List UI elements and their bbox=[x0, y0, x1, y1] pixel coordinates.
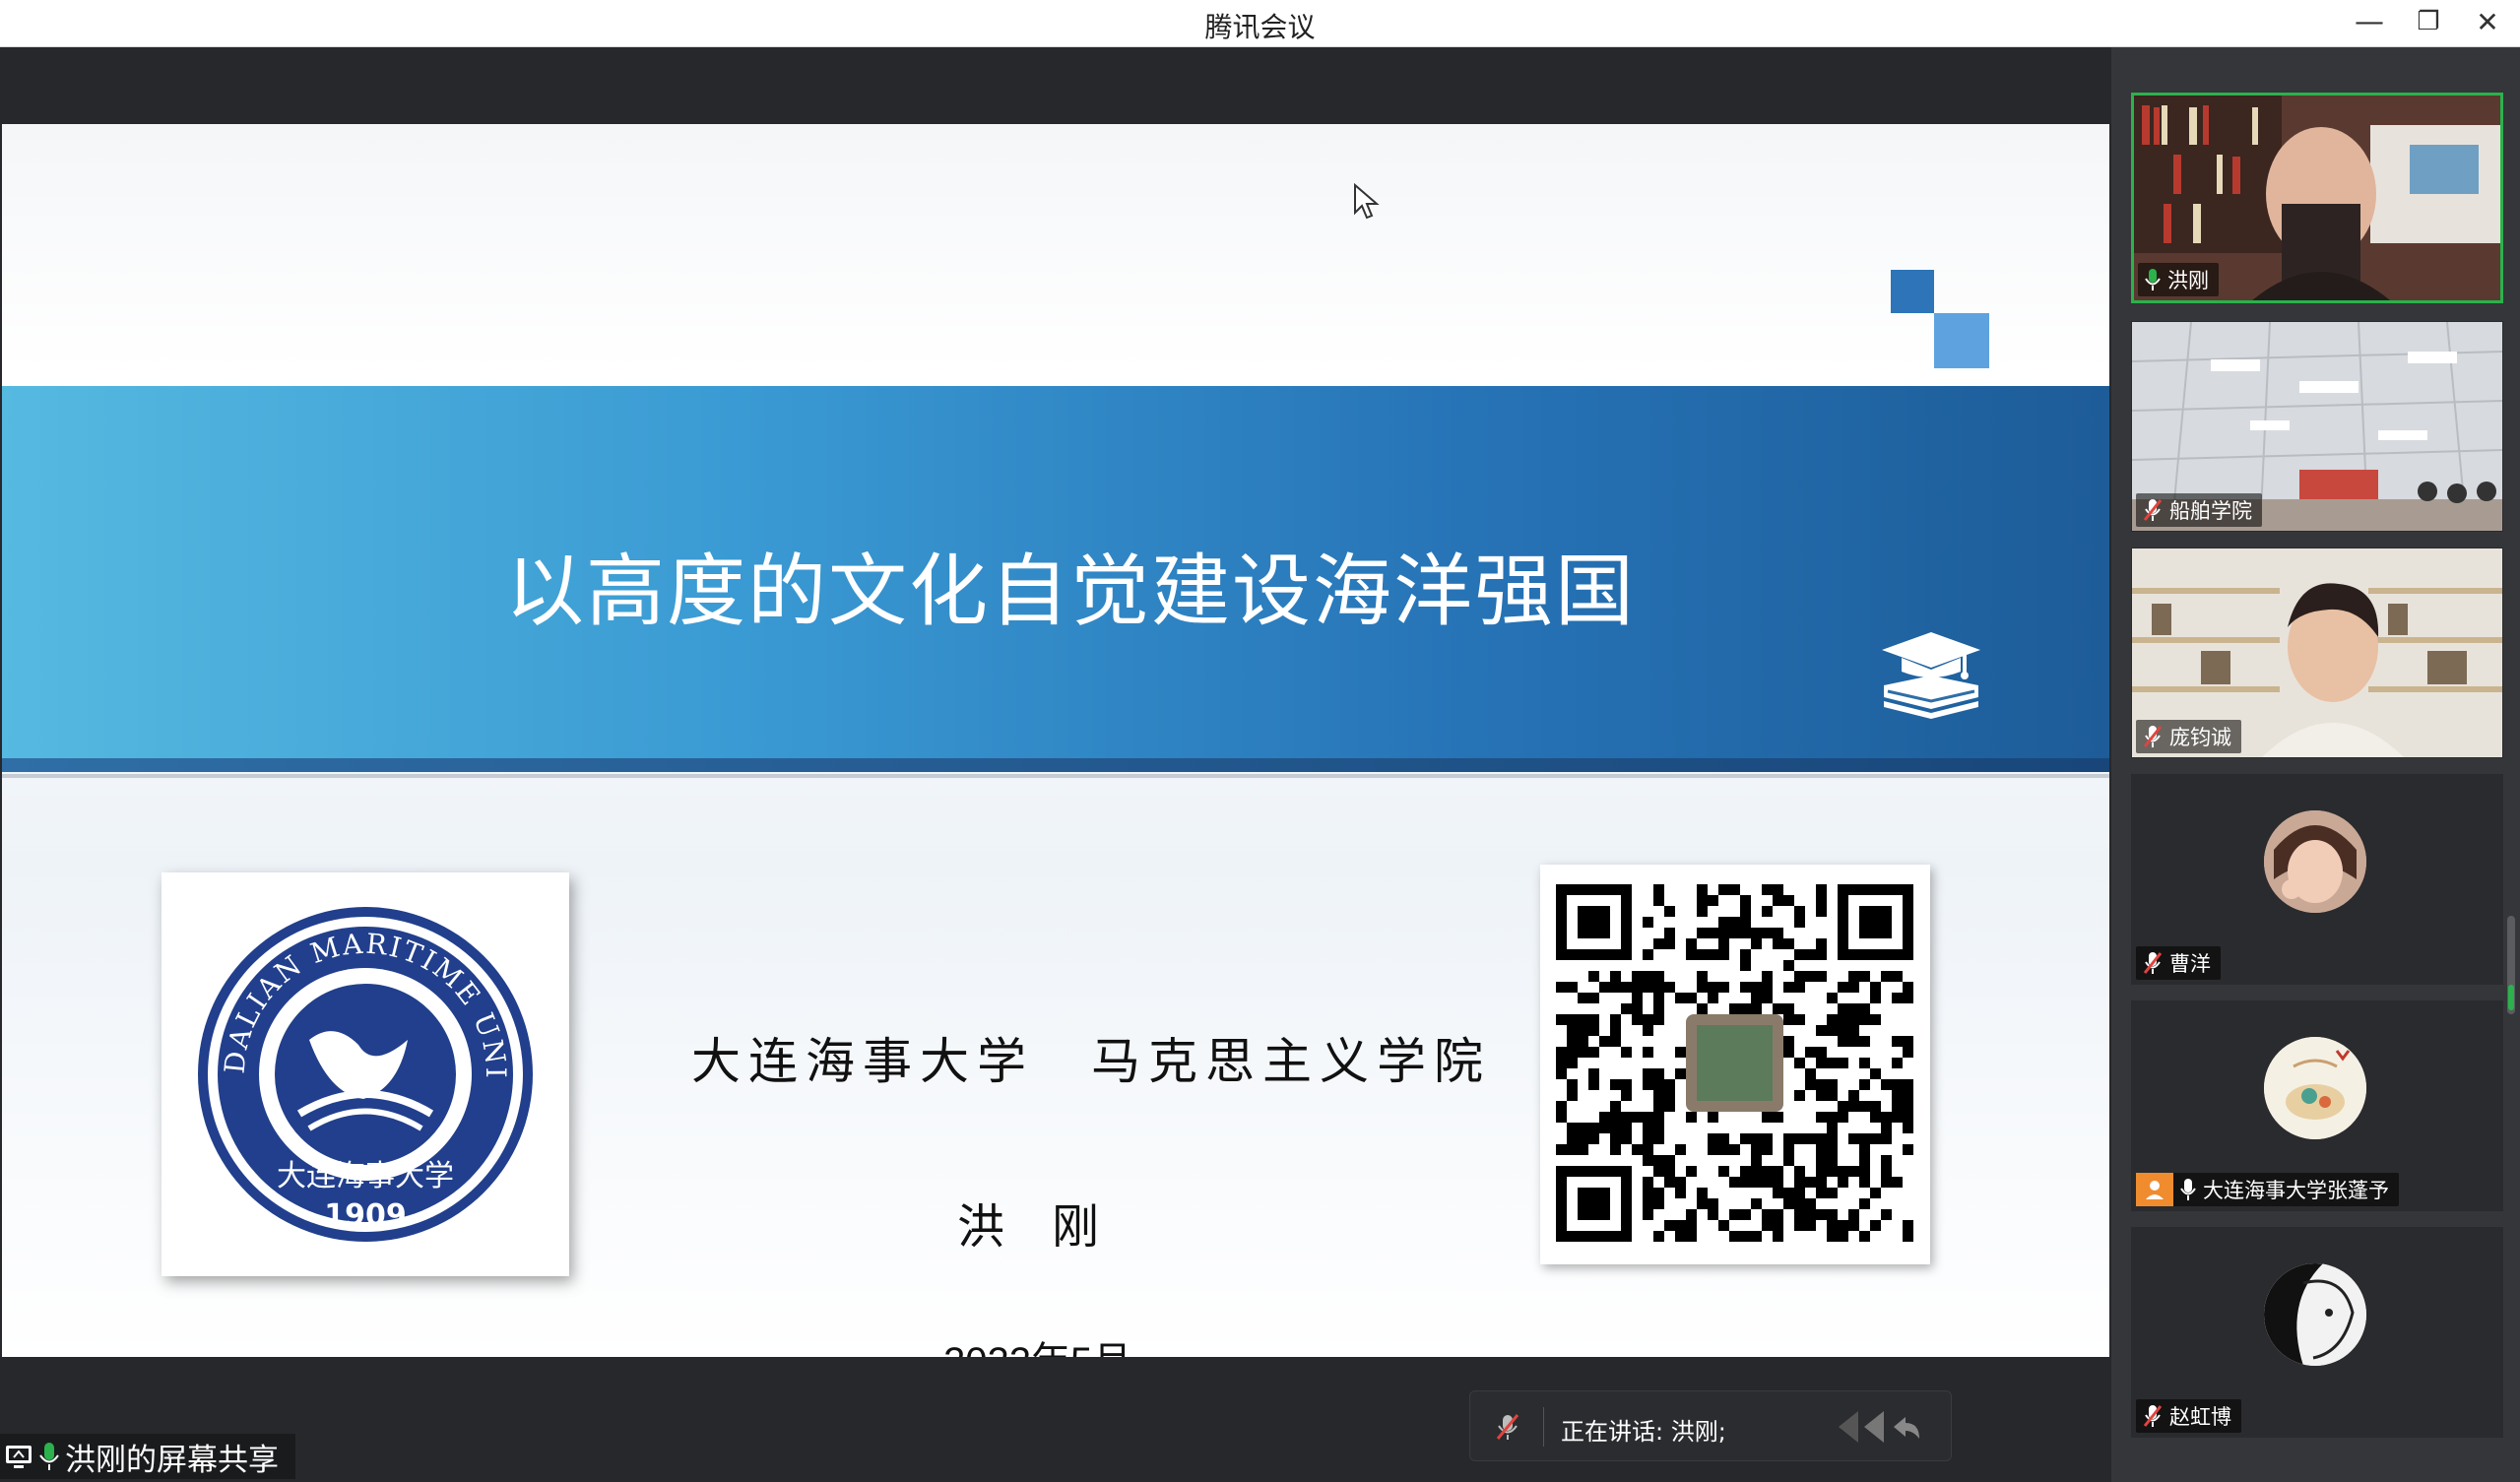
participant-tile[interactable]: 赵虹博 bbox=[2131, 1227, 2503, 1438]
participant-tile[interactable]: 洪刚 bbox=[2131, 93, 2503, 303]
participant-name: 大连海事大学张蓬予 bbox=[2203, 1179, 2389, 1202]
muted-mic-icon[interactable] bbox=[1492, 1411, 1523, 1443]
banner-underline bbox=[2, 758, 2109, 772]
muted-mic-icon bbox=[2143, 726, 2163, 747]
presentation-slide: 以高度的文化自觉建设海洋强国 DALIAN MARITIME UNIVERSIT… bbox=[2, 124, 2109, 1357]
decor-square-light bbox=[1934, 313, 1989, 368]
participant-name: 曹洋 bbox=[2169, 952, 2211, 976]
screen-share-icon bbox=[6, 1446, 32, 1468]
close-icon: ✕ bbox=[2476, 5, 2499, 38]
avatar-image bbox=[2264, 1263, 2366, 1366]
speaking-indicator: 正在讲话: 洪刚; bbox=[1561, 1418, 1726, 1446]
close-button[interactable]: ✕ bbox=[2458, 0, 2517, 43]
muted-mic-icon bbox=[2143, 1405, 2163, 1427]
participant-name-tag: 曹洋 bbox=[2136, 946, 2221, 980]
university-logo: DALIAN MARITIME UNIVERSITY 大连海事大学 1909 bbox=[150, 847, 533, 1242]
muted-mic-icon bbox=[2143, 499, 2163, 521]
toolbar-arrows-icon[interactable] bbox=[1835, 1407, 1923, 1447]
institution-text: 大连海事大学 马克思主义学院 bbox=[691, 1033, 1491, 1090]
participant-tile[interactable]: 大连海事大学张蓬予 bbox=[2131, 1000, 2503, 1211]
participant-name-tag: 赵虹博 bbox=[2136, 1399, 2241, 1433]
university-logo-card: DALIAN MARITIME UNIVERSITY 大连海事大学 1909 bbox=[150, 847, 569, 1276]
decor-square-dark bbox=[1891, 270, 1934, 313]
divider bbox=[1543, 1407, 1544, 1447]
mouse-cursor-icon bbox=[1354, 183, 1380, 220]
restore-button[interactable]: ❐ bbox=[2399, 0, 2458, 43]
avatar-image bbox=[2264, 810, 2366, 913]
banner-separator bbox=[2, 774, 2109, 778]
avatar bbox=[2264, 810, 2366, 913]
screen-share-label: 洪刚的屏幕共享 bbox=[0, 1434, 295, 1479]
participant-name: 洪刚 bbox=[2167, 269, 2209, 292]
user-badge-icon bbox=[2136, 1173, 2173, 1206]
restore-icon: ❐ bbox=[2417, 7, 2440, 36]
participant-name-tag: 船舶学院 bbox=[2136, 493, 2262, 527]
logo-year: 1909 bbox=[324, 1198, 407, 1233]
participant-tile[interactable]: 曹洋 bbox=[2131, 774, 2503, 985]
mic-on-icon bbox=[2145, 269, 2161, 290]
qr-code bbox=[1540, 865, 1930, 1264]
minimize-button[interactable]: — bbox=[2340, 0, 2399, 43]
app-title: 腾讯会议 bbox=[1204, 11, 1316, 43]
mic-on-icon bbox=[39, 1443, 59, 1470]
slide-title: 以高度的文化自觉建设海洋强国 bbox=[505, 546, 1636, 637]
avatar bbox=[2264, 1263, 2366, 1366]
muted-mic-icon bbox=[2143, 952, 2163, 974]
logo-text-bottom: 大连海事大学 bbox=[277, 1159, 454, 1193]
presenter-name: 洪 刚 bbox=[957, 1199, 1100, 1255]
mic-on-icon bbox=[2180, 1179, 2196, 1200]
participant-tile[interactable]: 船舶学院 bbox=[2131, 321, 2503, 532]
qr-code-image bbox=[1556, 884, 1913, 1242]
avatar-image bbox=[2264, 1037, 2366, 1139]
participant-name: 赵虹博 bbox=[2169, 1405, 2231, 1429]
participant-tile[interactable]: 庞钧诚 bbox=[2131, 548, 2503, 758]
participant-name: 船舶学院 bbox=[2169, 499, 2252, 523]
screen-share-label-text: 洪刚的屏幕共享 bbox=[65, 1442, 279, 1478]
participant-name-tag: 洪刚 bbox=[2138, 263, 2219, 296]
participant-name: 庞钧诚 bbox=[2169, 726, 2231, 749]
participant-name-tag: 庞钧诚 bbox=[2136, 720, 2241, 753]
presentation-date: 2022年5月 bbox=[943, 1329, 1131, 1357]
avatar bbox=[2264, 1037, 2366, 1139]
participant-name-tag: 大连海事大学张蓬予 bbox=[2136, 1173, 2399, 1206]
active-speaker-indicator bbox=[2508, 985, 2514, 1010]
minimize-icon: — bbox=[2355, 4, 2384, 39]
title-bar: 腾讯会议 — ❐ ✕ bbox=[0, 0, 2520, 47]
